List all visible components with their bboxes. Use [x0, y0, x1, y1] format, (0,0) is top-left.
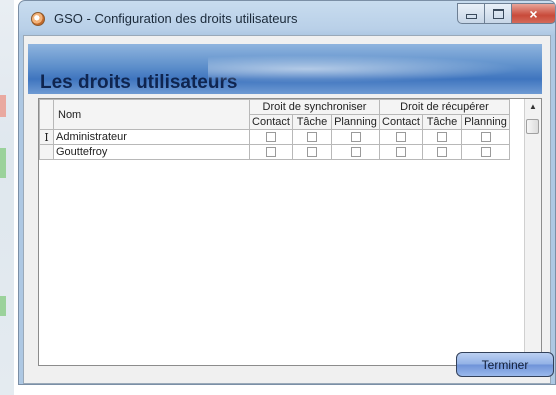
column-header-sync-contact[interactable]: Contact [249, 114, 293, 130]
permission-cell [249, 129, 293, 145]
desktop-stripe-red [0, 95, 6, 117]
permission-cell [461, 144, 510, 160]
permission-cell [331, 144, 380, 160]
minimize-button[interactable] [457, 3, 485, 24]
permission-cell [461, 129, 510, 145]
maximize-button[interactable] [485, 3, 512, 24]
permission-checkbox[interactable] [396, 132, 406, 143]
permission-checkbox[interactable] [437, 147, 447, 158]
column-header-sync-tache[interactable]: Tâche [292, 114, 332, 130]
group-header-recuperer: Droit de récupérer [379, 99, 510, 115]
permission-cell [379, 144, 423, 160]
permission-cell [331, 129, 380, 145]
header-banner: Les droits utilisateurs [28, 44, 542, 94]
row-selector[interactable] [39, 144, 54, 160]
column-header-recup-planning[interactable]: Planning [461, 114, 510, 130]
permission-cell [422, 144, 462, 160]
column-header-recup-tache[interactable]: Tâche [422, 114, 462, 130]
permission-checkbox[interactable] [396, 147, 406, 158]
permission-checkbox[interactable] [480, 132, 491, 143]
group-header-synchroniser: Droit de synchroniser [249, 99, 380, 115]
permission-checkbox[interactable] [350, 132, 361, 143]
scroll-thumb[interactable] [526, 119, 539, 134]
table-row[interactable]: Gouttefroy [39, 144, 510, 160]
permission-cell [249, 144, 293, 160]
desktop-stripe-green [0, 148, 6, 178]
permission-checkbox[interactable] [437, 132, 447, 143]
permission-checkbox[interactable] [480, 147, 491, 158]
app-icon [31, 12, 45, 26]
desktop-background [0, 0, 14, 395]
column-header-nom[interactable]: Nom [53, 99, 250, 130]
rights-grid: Nom Droit de synchroniser Droit de récup… [38, 98, 542, 366]
close-icon: × [529, 5, 538, 22]
permission-cell [422, 129, 462, 145]
user-name-cell[interactable]: Gouttefroy [53, 144, 250, 160]
minimize-icon [465, 14, 477, 19]
permission-checkbox[interactable] [350, 147, 361, 158]
permission-checkbox[interactable] [307, 132, 317, 143]
permission-cell [292, 144, 332, 160]
maximize-icon [492, 8, 504, 19]
rights-table: Nom Droit de synchroniser Droit de récup… [39, 99, 510, 160]
title-bar[interactable]: GSO - Configuration des droits utilisate… [19, 1, 555, 35]
table-row[interactable]: I Administrateur [39, 129, 510, 145]
window-client-area: Les droits utilisateurs Nom Droit de syn… [23, 35, 554, 384]
vertical-scrollbar[interactable]: ▲ ▼ [524, 99, 541, 365]
scroll-up-icon[interactable]: ▲ [525, 99, 541, 115]
terminer-button[interactable]: Terminer [456, 352, 554, 377]
permission-checkbox[interactable] [307, 147, 317, 158]
page-title: Les droits utilisateurs [40, 72, 238, 93]
column-header-recup-contact[interactable]: Contact [379, 114, 423, 130]
desktop-stripe-green-2 [0, 296, 6, 316]
app-window: GSO - Configuration des droits utilisate… [18, 0, 556, 385]
row-header-corner [39, 99, 54, 130]
row-selector[interactable]: I [39, 129, 54, 145]
close-button[interactable]: × [512, 3, 555, 24]
column-header-sync-planning[interactable]: Planning [331, 114, 380, 130]
window-title: GSO - Configuration des droits utilisate… [54, 11, 298, 26]
permission-checkbox[interactable] [266, 132, 276, 143]
permission-cell [292, 129, 332, 145]
permission-checkbox[interactable] [266, 147, 276, 158]
user-name-cell[interactable]: Administrateur [53, 129, 250, 145]
permission-cell [379, 129, 423, 145]
